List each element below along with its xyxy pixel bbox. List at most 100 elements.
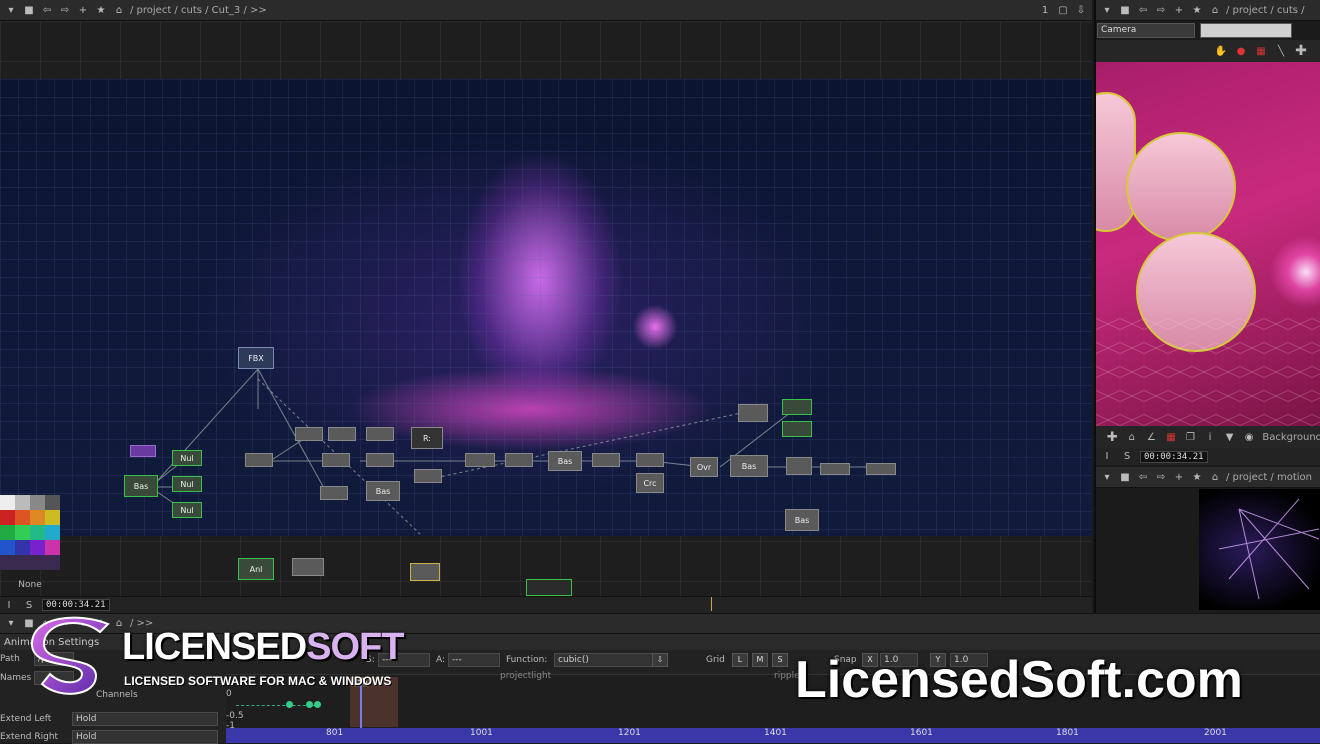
info-icon[interactable]: i xyxy=(1204,430,1217,444)
node-small-7[interactable] xyxy=(320,486,348,500)
grid-m-button[interactable]: M xyxy=(752,653,768,667)
node-small-12[interactable] xyxy=(636,453,664,467)
node-small-6[interactable] xyxy=(366,453,394,467)
node-small-11[interactable] xyxy=(592,453,620,467)
camera-field[interactable] xyxy=(1200,23,1292,38)
function-field[interactable]: cubic() xyxy=(554,653,654,667)
node-small-2[interactable] xyxy=(295,427,323,441)
swatch[interactable] xyxy=(15,540,30,555)
back-arrow-icon[interactable]: ⇦ xyxy=(1136,470,1150,484)
extend-right-field[interactable]: Hold xyxy=(72,730,218,744)
home-icon[interactable]: ⌂ xyxy=(112,3,126,17)
node-fbx[interactable]: FBX xyxy=(238,347,274,369)
node-small-19[interactable] xyxy=(292,558,324,576)
node-small-20[interactable] xyxy=(410,563,440,581)
star-icon[interactable]: ★ xyxy=(1190,470,1204,484)
forward-arrow-icon[interactable]: ⇨ xyxy=(1154,3,1168,17)
frame-ruler[interactable]: 801 1001 1201 1401 1601 1801 2001 xyxy=(226,728,1320,743)
angle-icon[interactable]: ∠ xyxy=(1145,430,1158,444)
node-render[interactable]: R: xyxy=(411,427,443,449)
pane-count[interactable]: 1 xyxy=(1038,3,1052,17)
star-icon[interactable]: ★ xyxy=(1190,3,1204,17)
node-null-2[interactable]: Nul xyxy=(172,476,202,492)
node-small-3[interactable] xyxy=(328,427,356,441)
node-null-1[interactable]: Nul xyxy=(172,450,202,466)
function-menu-icon[interactable]: ⇩ xyxy=(652,653,668,667)
forward-arrow-icon[interactable]: ⇨ xyxy=(1154,470,1168,484)
grid-s-button[interactable]: S xyxy=(772,653,788,667)
chevron-down-icon[interactable]: ▾ xyxy=(4,3,18,17)
palette-none-label[interactable]: None xyxy=(0,580,60,590)
3d-viewport[interactable] xyxy=(1096,62,1320,426)
node-small-15[interactable] xyxy=(782,421,812,437)
camera-select[interactable]: Camera xyxy=(1097,23,1195,38)
grid-icon[interactable]: ▦ xyxy=(1165,430,1178,444)
back-arrow-icon[interactable]: ⇦ xyxy=(40,3,54,17)
grid-l-button[interactable]: L xyxy=(732,653,748,667)
plus-icon[interactable]: + xyxy=(1172,470,1186,484)
node-base-green[interactable]: Bas xyxy=(124,475,158,497)
copy-icon[interactable]: ❐ xyxy=(1184,430,1197,444)
node-base-3[interactable]: Bas xyxy=(548,451,582,471)
info-icon[interactable]: I xyxy=(1100,450,1114,464)
node-small-10[interactable] xyxy=(505,453,533,467)
snapshot-icon[interactable]: ◉ xyxy=(1243,430,1256,444)
node-base-5[interactable]: Bas xyxy=(785,509,819,531)
record-icon[interactable]: ● xyxy=(1234,44,1248,58)
extend-left-field[interactable]: Hold xyxy=(72,712,218,726)
swatch[interactable] xyxy=(0,540,15,555)
node-small-14[interactable] xyxy=(782,399,812,415)
node-small-5[interactable] xyxy=(322,453,350,467)
pin-icon[interactable]: ⇩ xyxy=(1074,3,1088,17)
grid-icon[interactable]: ▦ xyxy=(1254,44,1268,58)
node-small-4[interactable] xyxy=(366,427,394,441)
node-small-1[interactable] xyxy=(245,453,273,467)
swatch[interactable] xyxy=(45,540,60,555)
maximize-icon[interactable]: ▢ xyxy=(1056,3,1070,17)
star-icon[interactable]: ★ xyxy=(94,3,108,17)
camera-icon[interactable]: ⌂ xyxy=(1126,430,1139,444)
chevron-down-icon[interactable]: ▾ xyxy=(4,617,18,631)
node-small-17[interactable] xyxy=(820,463,850,475)
hand-icon[interactable]: ✋ xyxy=(1214,44,1228,58)
swatch[interactable] xyxy=(30,540,45,555)
node-small-9[interactable] xyxy=(465,453,495,467)
node-small-18[interactable] xyxy=(866,463,896,475)
home-icon[interactable]: ⌂ xyxy=(1208,470,1222,484)
stop-icon[interactable]: ■ xyxy=(1118,470,1132,484)
current-frame-line[interactable] xyxy=(360,683,362,729)
node-base-2[interactable]: Bas xyxy=(366,481,400,501)
right-network-path[interactable]: / project / cuts / xyxy=(1226,5,1305,16)
motion-path[interactable]: / project / motion xyxy=(1226,472,1312,483)
home-icon[interactable]: ⌂ xyxy=(1208,3,1222,17)
node-purple-tag[interactable] xyxy=(130,445,156,457)
sync-icon[interactable]: S xyxy=(22,598,36,612)
node-over[interactable]: Ovr xyxy=(690,457,718,477)
chevron-down-icon[interactable]: ▾ xyxy=(1100,3,1114,17)
node-small-13[interactable] xyxy=(738,404,768,422)
main-timecode[interactable]: 00:00:34.21 xyxy=(42,599,110,611)
stop-icon[interactable]: ■ xyxy=(1118,3,1132,17)
plus-icon[interactable]: ✚ xyxy=(1294,43,1308,59)
forward-arrow-icon[interactable]: ⇨ xyxy=(58,3,72,17)
node-animation[interactable]: Anl xyxy=(238,558,274,580)
motion-thumbnail[interactable] xyxy=(1199,489,1320,610)
node-base-4[interactable]: Bas xyxy=(730,455,768,477)
timeline-scrubber[interactable] xyxy=(711,597,712,611)
info-icon[interactable]: I xyxy=(2,598,16,612)
stop-icon[interactable]: ■ xyxy=(22,3,36,17)
background-label[interactable]: Background xyxy=(1262,432,1320,443)
sync-icon[interactable]: S xyxy=(1120,450,1134,464)
plus-icon[interactable]: + xyxy=(76,3,90,17)
node-small-16[interactable] xyxy=(786,457,812,475)
swatch[interactable] xyxy=(0,555,60,570)
right-timecode[interactable]: 00:00:34.21 xyxy=(1140,450,1208,463)
plus-icon[interactable]: + xyxy=(1172,3,1186,17)
wand-icon[interactable]: ╲ xyxy=(1274,44,1288,58)
a-field[interactable]: --- xyxy=(448,653,500,667)
dropdown-icon[interactable]: ▼ xyxy=(1223,430,1236,444)
chevron-down-icon[interactable]: ▾ xyxy=(1100,470,1114,484)
plus-icon[interactable]: ✚ xyxy=(1106,430,1119,445)
node-small-21[interactable] xyxy=(526,579,572,596)
node-circle[interactable]: Crc xyxy=(636,473,664,493)
